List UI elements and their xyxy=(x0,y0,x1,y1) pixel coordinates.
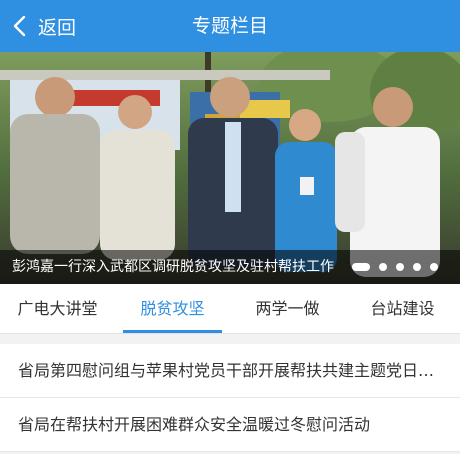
carousel-dot[interactable] xyxy=(352,263,370,271)
tab-poverty-alleviation[interactable]: 脱贫攻坚 xyxy=(115,284,230,333)
banner-carousel[interactable]: 彭鸿嘉一行深入武都区调研脱贫攻坚及驻村帮扶工作 xyxy=(0,52,460,284)
article-list: 省局第四慰问组与苹果村党员干部开展帮扶共建主题党日活动 省局在帮扶村开展困难群众… xyxy=(0,344,460,452)
category-tabs: 广电大讲堂 脱贫攻坚 两学一做 台站建设 xyxy=(0,284,460,334)
carousel-dot[interactable] xyxy=(413,263,421,271)
chevron-left-icon xyxy=(13,15,26,37)
banner-caption: 彭鸿嘉一行深入武都区调研脱贫攻坚及驻村帮扶工作 xyxy=(12,259,334,275)
list-item[interactable]: 省局在帮扶村开展困难群众安全温暖过冬慰问活动 xyxy=(0,398,460,452)
carousel-dot[interactable] xyxy=(430,263,438,271)
tab-two-studies[interactable]: 两学一做 xyxy=(230,284,345,333)
carousel-indicators xyxy=(343,250,438,284)
back-button[interactable]: 返回 xyxy=(10,10,76,42)
carousel-dot[interactable] xyxy=(396,263,404,271)
top-bar: 返回 专题栏目 xyxy=(0,0,460,52)
carousel-dot[interactable] xyxy=(379,263,387,271)
tab-station-construction[interactable]: 台站建设 xyxy=(345,284,460,333)
list-item[interactable]: 省局第四慰问组与苹果村党员干部开展帮扶共建主题党日活动 xyxy=(0,344,460,398)
tab-lecture-hall[interactable]: 广电大讲堂 xyxy=(0,284,115,333)
back-label: 返回 xyxy=(38,16,77,39)
banner-caption-bar: 彭鸿嘉一行深入武都区调研脱贫攻坚及驻村帮扶工作 xyxy=(0,250,460,284)
